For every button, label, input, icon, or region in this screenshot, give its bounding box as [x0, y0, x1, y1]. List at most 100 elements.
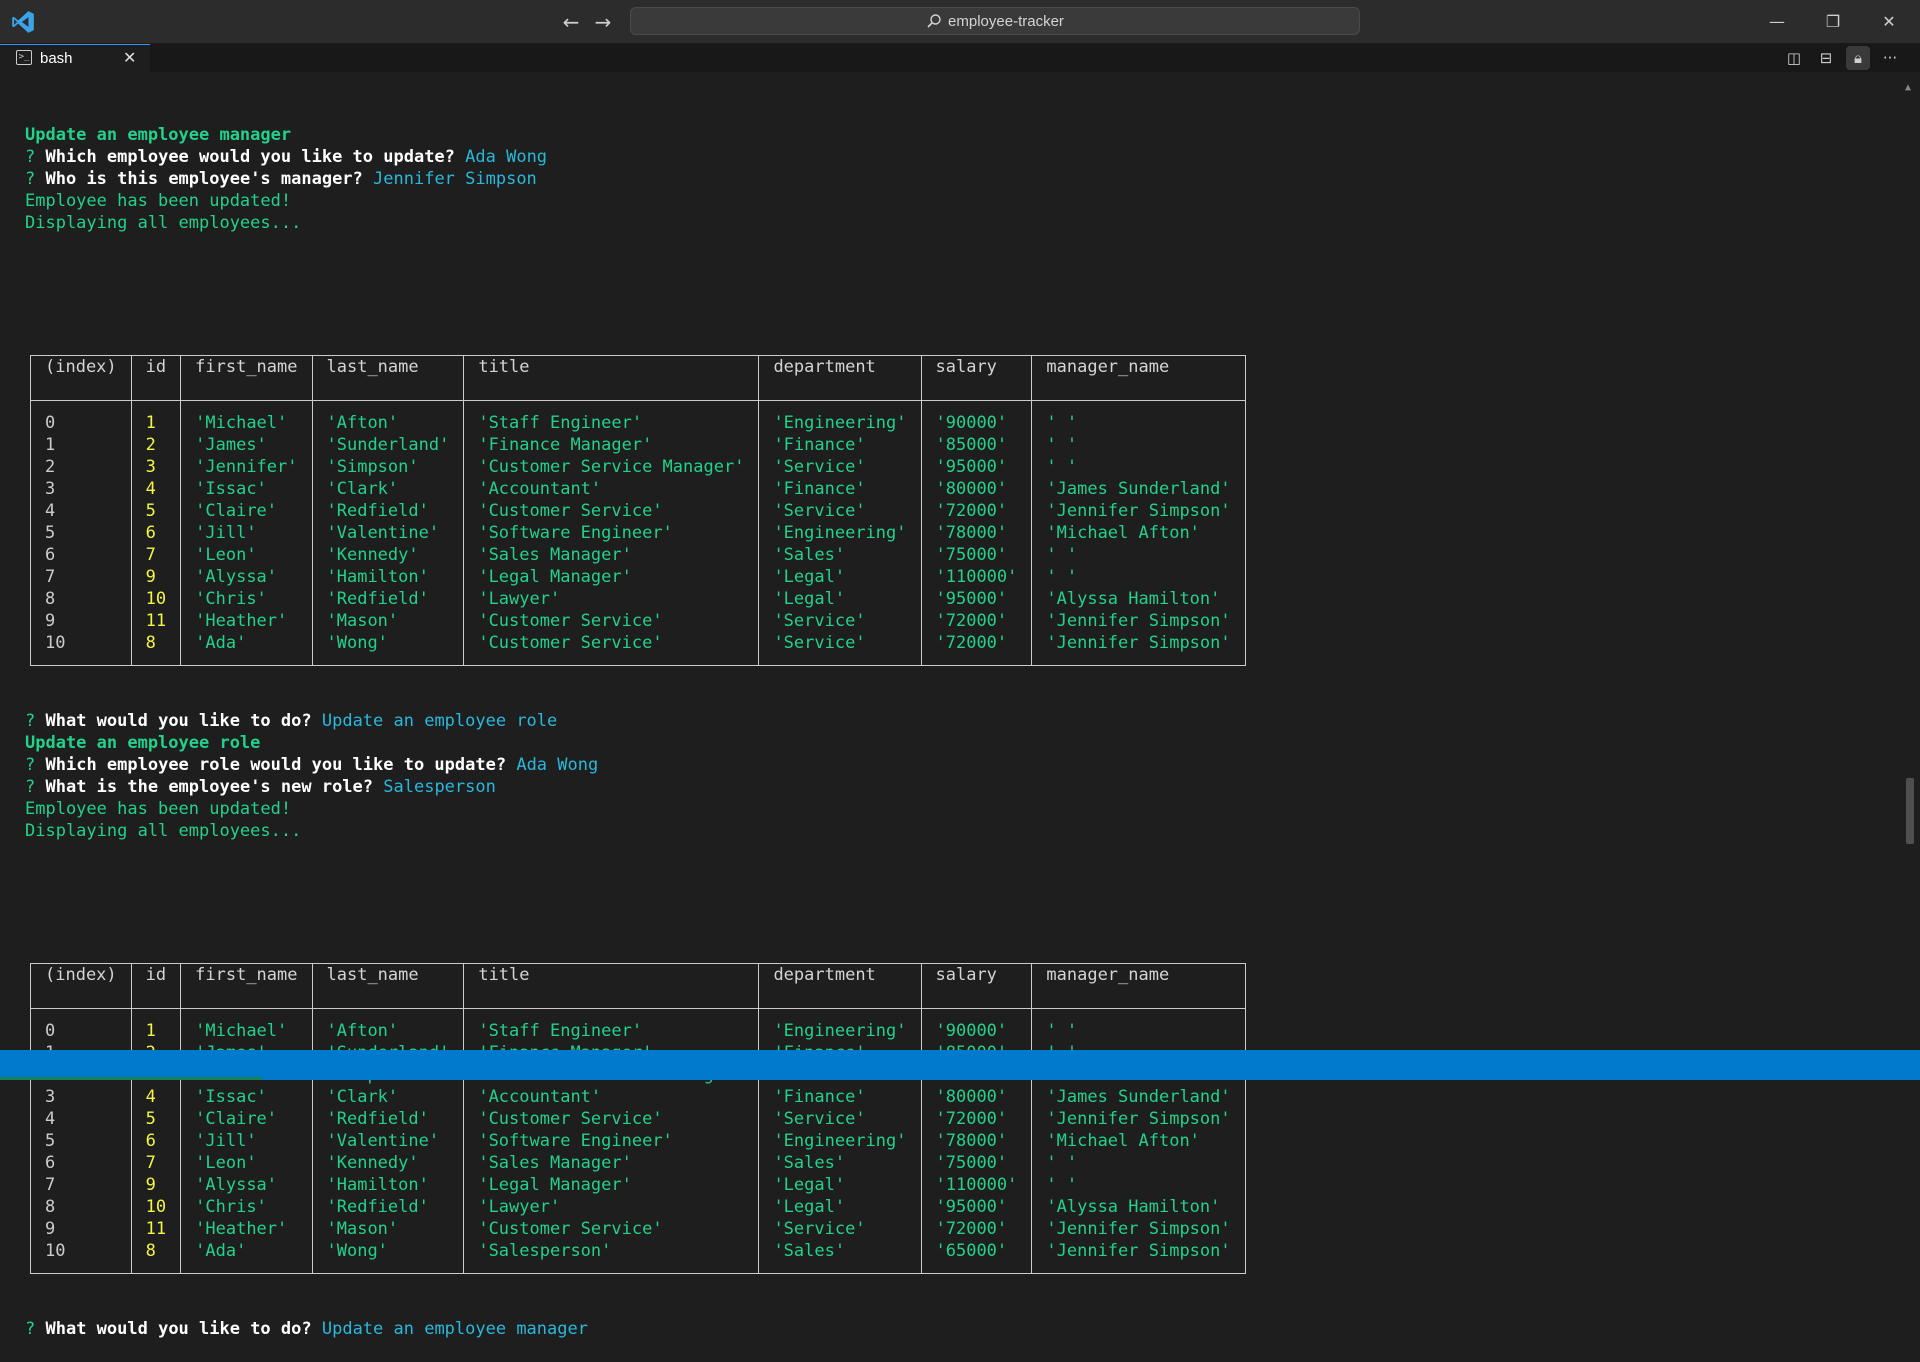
prompt-answer: Jennifer Simpson: [373, 169, 537, 189]
terminal-line: Displaying all employees...: [25, 820, 1885, 842]
table-row: 10 8 'Ada' 'Wong' 'Salesperson' 'Sales' '65000…: [30, 1240, 1246, 1274]
table-cell: 'Service': [758, 632, 922, 666]
terminal-scrollbar[interactable]: [1906, 778, 1914, 844]
table-cell: 'Kennedy': [311, 1152, 465, 1174]
scroll-up-icon[interactable]: ▲: [1905, 82, 1915, 93]
table-cell: 'Redfield': [311, 588, 465, 610]
prompt-answer: Salesperson: [383, 777, 496, 797]
prompt-answer: Update an employee manager: [321, 1319, 588, 1339]
prompt-question: Which employee role would you like to up…: [45, 755, 507, 775]
split-editor-icon[interactable]: ◫: [1782, 46, 1806, 70]
lock-icon[interactable]: 🔒︎: [1846, 46, 1870, 70]
table-cell: 5: [30, 522, 132, 544]
table-cell: '75000': [920, 1152, 1033, 1174]
table-cell: 3: [30, 478, 132, 500]
table-cell: '110000': [920, 1174, 1033, 1196]
table-cell: 10: [30, 1240, 132, 1274]
table-cell: 'Leon': [180, 544, 313, 566]
table-cell: 0: [30, 1008, 132, 1042]
table-cell: 'Salesperson': [463, 1240, 760, 1274]
table-cell: 'Kennedy': [311, 544, 465, 566]
terminal-output[interactable]: Update an employee manager? Which employ…: [25, 80, 1885, 1362]
table-cell: '75000': [920, 544, 1033, 566]
table-cell: '72000': [920, 632, 1033, 666]
table-cell: 6: [130, 522, 182, 544]
table-cell: 4: [30, 1108, 132, 1130]
table-cell: '78000': [920, 1130, 1033, 1152]
table-cell: 'Chris': [180, 588, 313, 610]
table-cell: 9: [30, 610, 132, 632]
table-cell: 'James Sunderland': [1031, 1086, 1246, 1108]
table-row: 3 4 'Issac' 'Clark' 'Accountant' 'Finance' '80…: [30, 478, 1246, 500]
table-cell: 'Legal': [758, 588, 922, 610]
column-header: last_name: [311, 963, 465, 1009]
table-cell: 'Customer Service': [463, 1218, 760, 1240]
table-cell: 'Customer Service Manager': [463, 456, 760, 478]
table-cell: 3: [30, 1086, 132, 1108]
table-cell: 'Engineering': [758, 1130, 922, 1152]
table-cell: 'Redfield': [311, 500, 465, 522]
close-icon[interactable]: ✕: [123, 48, 136, 67]
table-cell: '72000': [920, 500, 1033, 522]
terminal-line: Employee has been updated!: [25, 190, 1885, 212]
table-cell: 8: [30, 588, 132, 610]
table-cell: 'Clark': [311, 1086, 465, 1108]
table-cell: 5: [130, 500, 182, 522]
table-cell: 4: [30, 500, 132, 522]
column-header: first_name: [180, 963, 313, 1009]
table-cell: 'Redfield': [311, 1196, 465, 1218]
table-cell: 'Alyssa': [180, 566, 313, 588]
table-cell: ' ': [1031, 1008, 1246, 1042]
table-cell: 7: [30, 566, 132, 588]
terminal-line: ? Which employee would you like to updat…: [25, 146, 1885, 168]
table-cell: 10: [130, 588, 182, 610]
table-cell: 'Alyssa Hamilton': [1031, 1196, 1246, 1218]
table-cell: 'Heather': [180, 1218, 313, 1240]
table-cell: '110000': [920, 566, 1033, 588]
table-cell: 6: [130, 1130, 182, 1152]
table-cell: 'Sales Manager': [463, 1152, 760, 1174]
output-block-top: Update an employee manager? Which employ…: [25, 124, 1885, 234]
table-cell: 'Mason': [311, 1218, 465, 1240]
table-cell: 'Legal Manager': [463, 566, 760, 588]
table-cell: 'Issac': [180, 478, 313, 500]
table-cell: '90000': [920, 1008, 1033, 1042]
table-cell: 'Jennifer Simpson': [1031, 610, 1246, 632]
more-actions-icon[interactable]: ···: [1878, 46, 1902, 70]
table-row: 4 5 'Claire' 'Redfield' 'Customer Service' 'S…: [30, 500, 1246, 522]
restore-button[interactable]: ❐: [1802, 0, 1864, 43]
arrow-left-icon[interactable]: ←: [558, 9, 584, 35]
toggle-panel-icon[interactable]: ⊟: [1814, 46, 1838, 70]
table-cell: 'Sales': [758, 1152, 922, 1174]
table-cell: '78000': [920, 522, 1033, 544]
terminal-line: Update an employee role: [25, 732, 1885, 754]
table-cell: 'Service': [758, 1218, 922, 1240]
prompt-answer: Update an employee role: [321, 711, 558, 731]
column-header: title: [463, 355, 760, 401]
prompt-question-mark: ?: [25, 777, 36, 797]
terminal-line: Employee has been updated!: [25, 798, 1885, 820]
table-cell: 'Legal Manager': [463, 1174, 760, 1196]
table-row: 0 1 'Michael' 'Afton' 'Staff Engineer' 'Engin…: [30, 1008, 1246, 1042]
table-cell: 'Finance Manager': [463, 434, 760, 456]
table-cell: 'Engineering': [758, 522, 922, 544]
table-cell: 4: [130, 478, 182, 500]
column-header: salary: [920, 355, 1033, 401]
table-cell: 'Ada': [180, 1240, 313, 1274]
table-row: 8 10 'Chris' 'Redfield' 'Lawyer' 'Legal' '9500…: [30, 1196, 1246, 1218]
table-cell: 1: [130, 1008, 182, 1042]
status-message: Employee has been updated!: [25, 799, 292, 819]
tab-label: bash: [40, 50, 73, 67]
table-cell: 11: [130, 610, 182, 632]
table-cell: '65000': [920, 1240, 1033, 1274]
arrow-right-icon[interactable]: →: [590, 9, 616, 35]
tab-bash[interactable]: >_ bash ✕: [0, 44, 150, 72]
minimize-button[interactable]: —: [1746, 0, 1808, 43]
table-cell: 'Service': [758, 1108, 922, 1130]
close-window-button[interactable]: ✕: [1858, 0, 1920, 43]
command-center-search[interactable]: employee-tracker: [630, 7, 1360, 35]
table-cell: ' ': [1031, 566, 1246, 588]
table-cell: 'Sales': [758, 1240, 922, 1274]
table-row: 4 5 'Claire' 'Redfield' 'Customer Service' 'S…: [30, 1108, 1246, 1130]
table-cell: 'Jennifer Simpson': [1031, 632, 1246, 666]
